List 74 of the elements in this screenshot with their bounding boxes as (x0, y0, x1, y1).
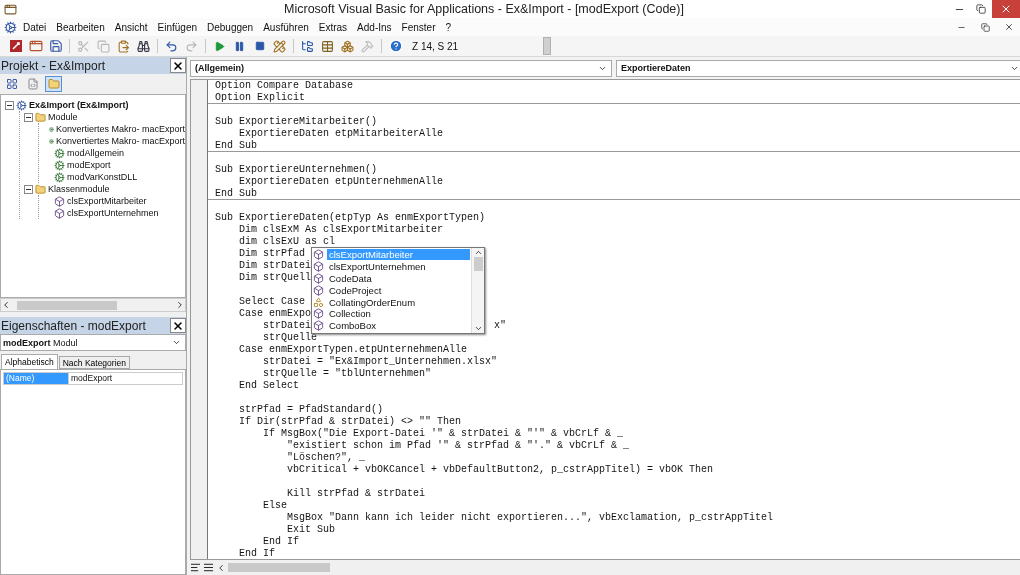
pane-title: Projekt - Ex&Import (1, 58, 106, 73)
menu-item[interactable]: Bearbeiten (52, 20, 109, 34)
menu-item[interactable]: Datei (19, 20, 51, 34)
window-title: Microsoft Visual Basic for Applications - Ex&Import - [modExport (Code)] (283, 2, 685, 16)
dropdown-value: ExportiereDaten (621, 63, 691, 73)
code-line: Sub ExportiereUnternehmen() (215, 164, 378, 176)
code-line: "existiert schon im Pfad '" & strPfad & "'." & vbCrLf & _ (286, 440, 630, 452)
completion-item[interactable]: CodeData (327, 273, 470, 284)
code-line: If MsgBox("Die Export-Datei '" & strDatei & "'" & vbCrLf & _ (262, 428, 624, 440)
code-line: x" (494, 320, 507, 332)
code-line: Else (262, 500, 287, 512)
code-line: Case enmExportTypen.etpUnternehmenAlle (238, 344, 468, 356)
completion-item[interactable]: clsExportUnternehmen (327, 261, 470, 273)
object-dropdown[interactable]: modExport Modul (0, 334, 186, 351)
code-line: ExportiereDaten etpUnternehmenAlle (238, 176, 444, 188)
menu-item[interactable]: Ansicht (110, 20, 152, 34)
code-line: dim clsExU as cl (238, 236, 336, 248)
completion-item[interactable]: Collection (327, 308, 470, 320)
tree-item[interactable]: modExport (67, 160, 111, 170)
cursor-position: Z 14, S 21 (412, 40, 460, 52)
completion-item[interactable]: ComboBox (327, 320, 470, 332)
tab[interactable]: Nach Kategorien (58, 356, 130, 369)
code-line: strDatei (262, 320, 311, 332)
procedure-dropdown[interactable]: ExportiereDaten (616, 59, 1020, 77)
code-line: Dim strQuell (238, 272, 311, 284)
code-line: End If (238, 548, 275, 559)
code-line: "Löschen?", _ (286, 452, 366, 464)
code-line: Dim clsExM As clsExportMitarbeiter (238, 224, 444, 236)
tree-item[interactable]: Konvertiertes Makro- macExport (55, 124, 185, 134)
tree-item[interactable]: clsExportUnternehmen (67, 208, 159, 218)
code-line: Case enmExpo (238, 308, 311, 320)
code-line: Option Explicit (215, 92, 305, 104)
code-line: Sub ExportiereMitarbeiter() (215, 116, 378, 128)
code-line: End Sub (215, 140, 257, 152)
dropdown-value: modExport Modul (3, 337, 78, 348)
dropdown-value: (Allgemein) (195, 63, 244, 73)
menu-item[interactable]: Einfügen (153, 20, 201, 34)
code-line: vbCritical + vbOKCancel + vbDefaultButton2, p_cstrAppTitel) = vbOK Then (286, 464, 714, 476)
tree-item[interactable]: Ex&Import (Ex&Import) (29, 100, 129, 110)
menu-item[interactable]: Ausführen (259, 20, 313, 34)
code-line: strDatei = "Ex&Import_Unternehmen.xlsx" (262, 356, 498, 368)
tree-item[interactable]: modVarKonstDLL (67, 172, 138, 182)
code-line: Dim strPfad (238, 248, 305, 260)
menu-item[interactable]: Extras (314, 20, 352, 34)
object-dropdown[interactable]: (Allgemein) (190, 59, 612, 77)
completion-item[interactable]: CollatingOrderEnum (327, 296, 470, 308)
code-line: Exit Sub (286, 524, 336, 536)
code-line: MsgBox "Dann kann ich leider nicht exportieren...", vbExclamation, p_cstrAppTitel (286, 512, 774, 524)
code-line: End Select (238, 380, 299, 392)
code-line: Select Case (238, 296, 305, 308)
pane-title: Eigenschaften - modExport (1, 318, 146, 333)
tab[interactable]: Alphabetisch (1, 354, 58, 369)
tree-item[interactable]: Konvertiertes Makro- macExport (55, 136, 185, 146)
menu-item[interactable]: Fenster (397, 20, 440, 34)
code-line: Option Compare Database (215, 80, 354, 92)
property-value[interactable]: modExport (68, 373, 182, 384)
tree-item[interactable]: Klassenmodule (48, 184, 110, 194)
code-line: End Sub (215, 188, 257, 200)
code-line: Dim strDatei (238, 260, 311, 272)
code-line: strPfad = PfadStandard() (238, 404, 384, 416)
menu-item[interactable]: Add-Ins (353, 20, 396, 34)
code-line: strQuelle (262, 332, 318, 344)
code-line: ExportiereDaten etpMitarbeiterAlle (238, 128, 444, 140)
code-line: End If (262, 536, 299, 548)
tree-item[interactable]: Module (48, 112, 78, 122)
menu-item[interactable]: Debuggen (203, 20, 258, 34)
tree-item[interactable]: clsExportMitarbeiter (67, 196, 147, 206)
tree-item[interactable]: modAllgemein (67, 148, 125, 158)
completion-item[interactable]: CodeProject (327, 284, 470, 296)
code-line: strQuelle = "tblUnternehmen" (262, 368, 432, 380)
code-line: Kill strPfad & strDatei (287, 488, 426, 500)
code-line: If Dir(strPfad & strDatei) <> "" Then (238, 416, 462, 428)
menu-item[interactable]: ? (441, 20, 456, 34)
code-line: Sub ExportiereDaten(etpTyp As enmExportTypen) (215, 212, 486, 224)
